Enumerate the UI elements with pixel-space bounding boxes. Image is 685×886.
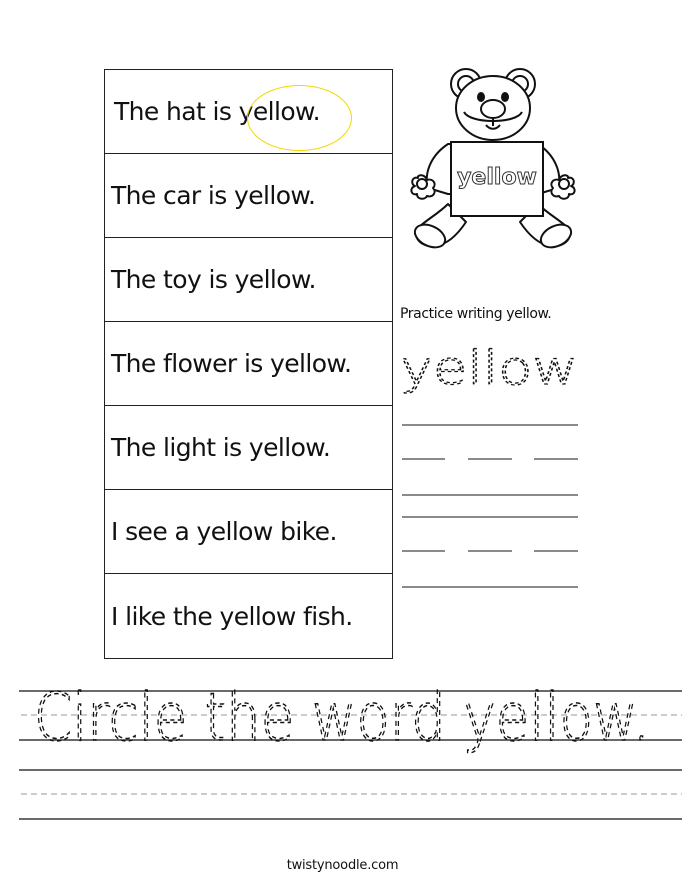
sentence-text: I see a yellow bike.: [111, 517, 337, 546]
trace-word: yellow: [400, 344, 579, 396]
practice-label: Practice writing yellow.: [400, 306, 552, 322]
sentence-row: I see a yellow bike.: [105, 490, 392, 574]
sentence-row: The flower is yellow.: [105, 322, 392, 406]
sentence-text: The light is yellow.: [111, 433, 331, 462]
footer-site-link[interactable]: twistynoodle.com: [0, 858, 685, 873]
sentence-row: The light is yellow.: [105, 406, 392, 490]
sentence-row: The toy is yellow.: [105, 238, 392, 322]
sentence-table: The hat is yellow. The car is yellow. Th…: [104, 69, 393, 659]
sign-text: yellow: [457, 165, 537, 190]
sentence-row: I like the yellow fish.: [105, 574, 392, 658]
writing-lines: [402, 424, 578, 588]
sentence-text: The hat is yellow.: [114, 97, 321, 126]
teddy-bear-holding-sign-icon: yellow: [410, 68, 576, 249]
sentence-row: The hat is yellow.: [105, 70, 392, 154]
sentence-text: The flower is yellow.: [111, 349, 352, 378]
sentence-row: The car is yellow.: [105, 154, 392, 238]
trace-word-text: yellow: [400, 344, 578, 395]
title-handwriting-lines: Circle the word yellow.: [19, 680, 682, 820]
sentence-text: I like the yellow fish.: [111, 601, 353, 631]
sentence-text: The car is yellow.: [111, 181, 316, 210]
title-trace-text: Circle the word yellow.: [34, 680, 650, 756]
sentence-text: The toy is yellow.: [111, 265, 316, 294]
